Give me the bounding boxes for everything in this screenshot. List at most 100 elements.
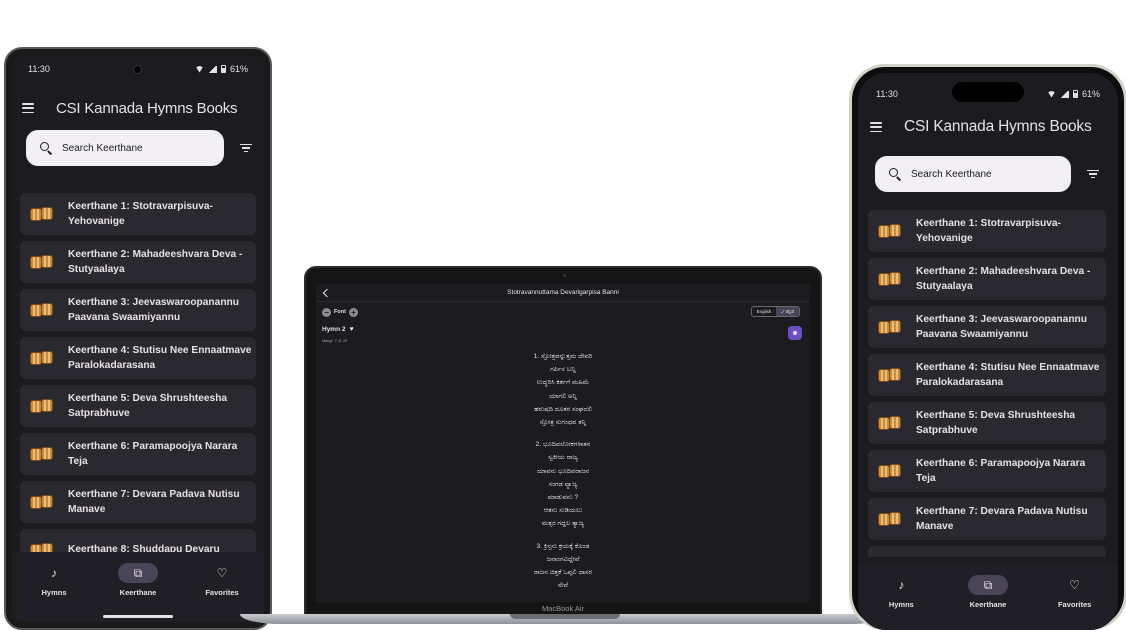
list-item[interactable]: Keerthane 3: Jeevaswaroopanannu Paavana S… [868,306,1106,348]
android-screen: 11:30 61% CSI Kannada Hymns Books Search… [12,56,264,622]
app-bar: CSI Kannada Hymns Books [12,94,264,122]
list-item[interactable]: Keerthane 2: Mahadeeshvara Deva - Stutyaa… [868,258,1106,300]
wifi-icon [194,65,204,73]
list-item[interactable]: Keerthane 4: Stutisu Nee Ennaatmave Paral… [868,354,1106,396]
list-item-label: Keerthane 1: Stotravarpisuva- Yehovanige [916,217,1061,244]
lyric-line: ಜನಾಂಗವಿದ್ದೇವೆ [546,555,580,563]
lang-english-button[interactable]: English [752,307,777,316]
drum-icon [30,494,54,510]
search-placeholder: Search Keerthane [911,168,992,180]
nav-keerthane[interactable]: ⧉ Keerthane [103,563,173,597]
lyric-line: ಸ್ವಕೀಯ ರಾಜ್ಯ [548,454,578,462]
menu-icon[interactable] [870,122,882,132]
list-item[interactable]: Keerthane 4: Stutisu Nee Ennaatmave Paral… [20,337,256,379]
lyric-line: 2. ಭೂದಿವಲೋಕಗಳಾತನ [535,441,591,449]
nav-favorites[interactable]: ♡ Favorites [1040,575,1110,609]
list-item[interactable]: Keerthane 5: Deva Shrushteesha Satprabhuv… [868,402,1106,444]
list-item[interactable]: Keerthane 1: Stotravarpisuva- Yehovanige [20,193,256,235]
list-item-label: Keerthane 1: Stotravarpisuva- Yehovanige [68,200,213,227]
font-decrease-button[interactable]: − [322,307,331,317]
list-item[interactable]: Keerthane 2: Mahadeeshvara Deva - Stutyaa… [20,241,256,283]
nav-hymns[interactable]: ♪ Hymns [19,563,89,597]
list-item[interactable]: Keerthane 7: Devara Padava Nutisu Manave [868,498,1106,540]
camera-punch-hole [133,65,142,74]
drum-icon [878,415,902,431]
drum-icon [878,223,902,239]
stanza: 1. ಸ್ತೋತ್ರವನ್ನುತ್ತಮ ದೇವರಿ ಗರ್ಪಿಸ ಬನ್ನಿ ಉ… [316,350,810,429]
list-item[interactable]: Keerthane 6: Paramapoojya Narara Teja [868,450,1106,492]
list-item[interactable]: Keerthane 8: Shuddapu Devaru [868,546,1106,557]
search-icon [889,168,901,180]
filter-icon[interactable] [240,143,252,153]
iphone-screen: 11:30 61% CSI Kannada Hymns Books Search… [858,73,1118,630]
list-item[interactable]: Keerthane 3: Jeevaswaroopanannu Paavana S… [20,289,256,331]
list-item[interactable]: Keerthane 1: Stotravarpisuva- Yehovanige [868,210,1106,252]
list-item[interactable]: Keerthane 8: Shuddapu Devaru [20,529,256,553]
status-icons: 61% [194,64,248,74]
list-item-label: Keerthane 5: Deva Shrushteesha Satprabhuv… [68,392,228,419]
lyric-line: ಸಂಗಡ ವ್ಯಾಜ್ಯ [548,480,578,488]
list-item[interactable]: Keerthane 5: Deva Shrushteesha Satprabhuv… [20,385,256,427]
gesture-bar[interactable] [103,615,173,618]
lyric-line: ಗರ್ಪಿಸ ಬನ್ನಿ [550,366,576,374]
stanza: 3. ಕ್ರಿಸ್ತನು ಕ್ರಯಕ್ಕೆ ಕೊಂಡ ಜನಾಂಗವಿದ್ದೇವೆ… [316,540,810,593]
lyric-line: ಯಾಗಲಿ ಅನ್ನಿ [549,392,577,400]
laptop-notch [510,614,620,619]
list-item-label: Keerthane 7: Devara Padava Nutisu Manave [916,505,1088,532]
keerthane-list: Keerthane 1: Stotravarpisuva- Yehovanige … [20,193,256,553]
nav-hymns[interactable]: ♪ Hymns [866,575,936,609]
font-label: Font [334,309,346,315]
search-input[interactable]: Search Keerthane [26,130,224,166]
drum-icon [878,271,902,287]
battery-percent: 61% [229,64,248,74]
action-fab-button[interactable] [788,326,802,340]
iphone-mockup: 11:30 61% CSI Kannada Hymns Books Search… [849,64,1126,630]
lang-kannada-button[interactable]: ✓ ಕನ್ನಡ [776,307,799,316]
list-item-label: Keerthane 2: Mahadeeshvara Deva - Stutyaa… [916,265,1091,292]
filter-icon[interactable] [1087,169,1099,179]
status-time: 11:30 [876,89,898,99]
hymn-top-bar: Stotravannuttama Devarigarpisa Banni [316,284,810,302]
drum-icon [30,350,54,366]
stanza: 2. ಭೂದಿವಲೋಕಗಳಾತನ ಸ್ವಕೀಯ ರಾಜ್ಯ ಯಾವನು ಭೂದಿ… [316,438,810,530]
font-increase-button[interactable]: + [348,307,358,317]
font-controls: − Font + English ✓ ಕನ್ನಡ [316,305,810,319]
hymn-header: Hymn 2 ♥ [322,326,354,333]
list-item[interactable]: Keerthane 7: Devara Padava Nutisu Manave [20,481,256,523]
list-item[interactable]: Keerthane 6: Paramapoojya Narara Teja [20,433,256,475]
lyric-line: ಉದ್ಧರಿಸಿ ಕರ್ತಗೆ ಮಹಿಮೆ [536,379,590,387]
list-item-label: Keerthane 3: Jeevaswaroopanannu Paavana S… [916,313,1087,340]
nav-keerthane[interactable]: ⧉ Keerthane [953,575,1023,609]
search-row: Search Keerthane [858,156,1118,192]
hymn-page-title: Stotravannuttama Devarigarpisa Banni [507,289,619,296]
lyric-line: 3. ಕ್ರಿಸ್ತನು ಕ್ರಯಕ್ಕೆ ಕೊಂಡ [536,542,590,550]
status-icons: 61% [1046,89,1100,99]
drum-icon [878,319,902,335]
search-icon [40,142,52,154]
list-item-label: Keerthane 5: Deva Shrushteesha Satprabhuv… [916,409,1076,436]
laptop-brand-label: MacBook Air [541,604,585,613]
lyric-line: ರಾಜನ ಚಿತ್ತಕೆ ಒಪ್ಪಲಿ ದಾಸರ [533,569,593,577]
search-input[interactable]: Search Keerthane [875,156,1071,192]
hymn-meter: Mangi. 7. 8. 10 [322,339,348,343]
battery-icon [1072,90,1078,98]
heart-icon: ♡ [216,566,228,580]
lyric-line: ಸ್ತೋತ್ರ ಸುಗಂಧವ ತನ್ನಿ [539,419,587,427]
bottom-navigation: ♪ Hymns ⧉ Keerthane ♡ Favorites [12,552,264,622]
laptop-lid: Stotravannuttama Devarigarpisa Banni − F… [304,266,822,616]
battery-percent: 61% [1081,89,1100,99]
list-item-label: Keerthane 7: Devara Padava Nutisu Manave [68,488,240,515]
laptop-mockup: Stotravannuttama Devarigarpisa Banni − F… [240,266,890,630]
app-bar: CSI Kannada Hymns Books [858,113,1118,141]
laptop-camera [563,274,566,277]
favorite-heart-icon[interactable]: ♥ [349,326,353,333]
list-item-label: Keerthane 2: Mahadeeshvara Deva - Stutyaa… [68,248,243,275]
dynamic-island [952,82,1024,102]
heart-icon: ♡ [1069,578,1081,592]
drum-icon [878,511,902,527]
app-title: CSI Kannada Hymns Books [56,99,238,117]
drum-icon [30,446,54,462]
search-row: Search Keerthane [12,130,264,166]
keerthane-list: Keerthane 1: Stotravarpisuva- Yehovanige … [868,210,1106,557]
menu-icon[interactable] [22,103,34,113]
